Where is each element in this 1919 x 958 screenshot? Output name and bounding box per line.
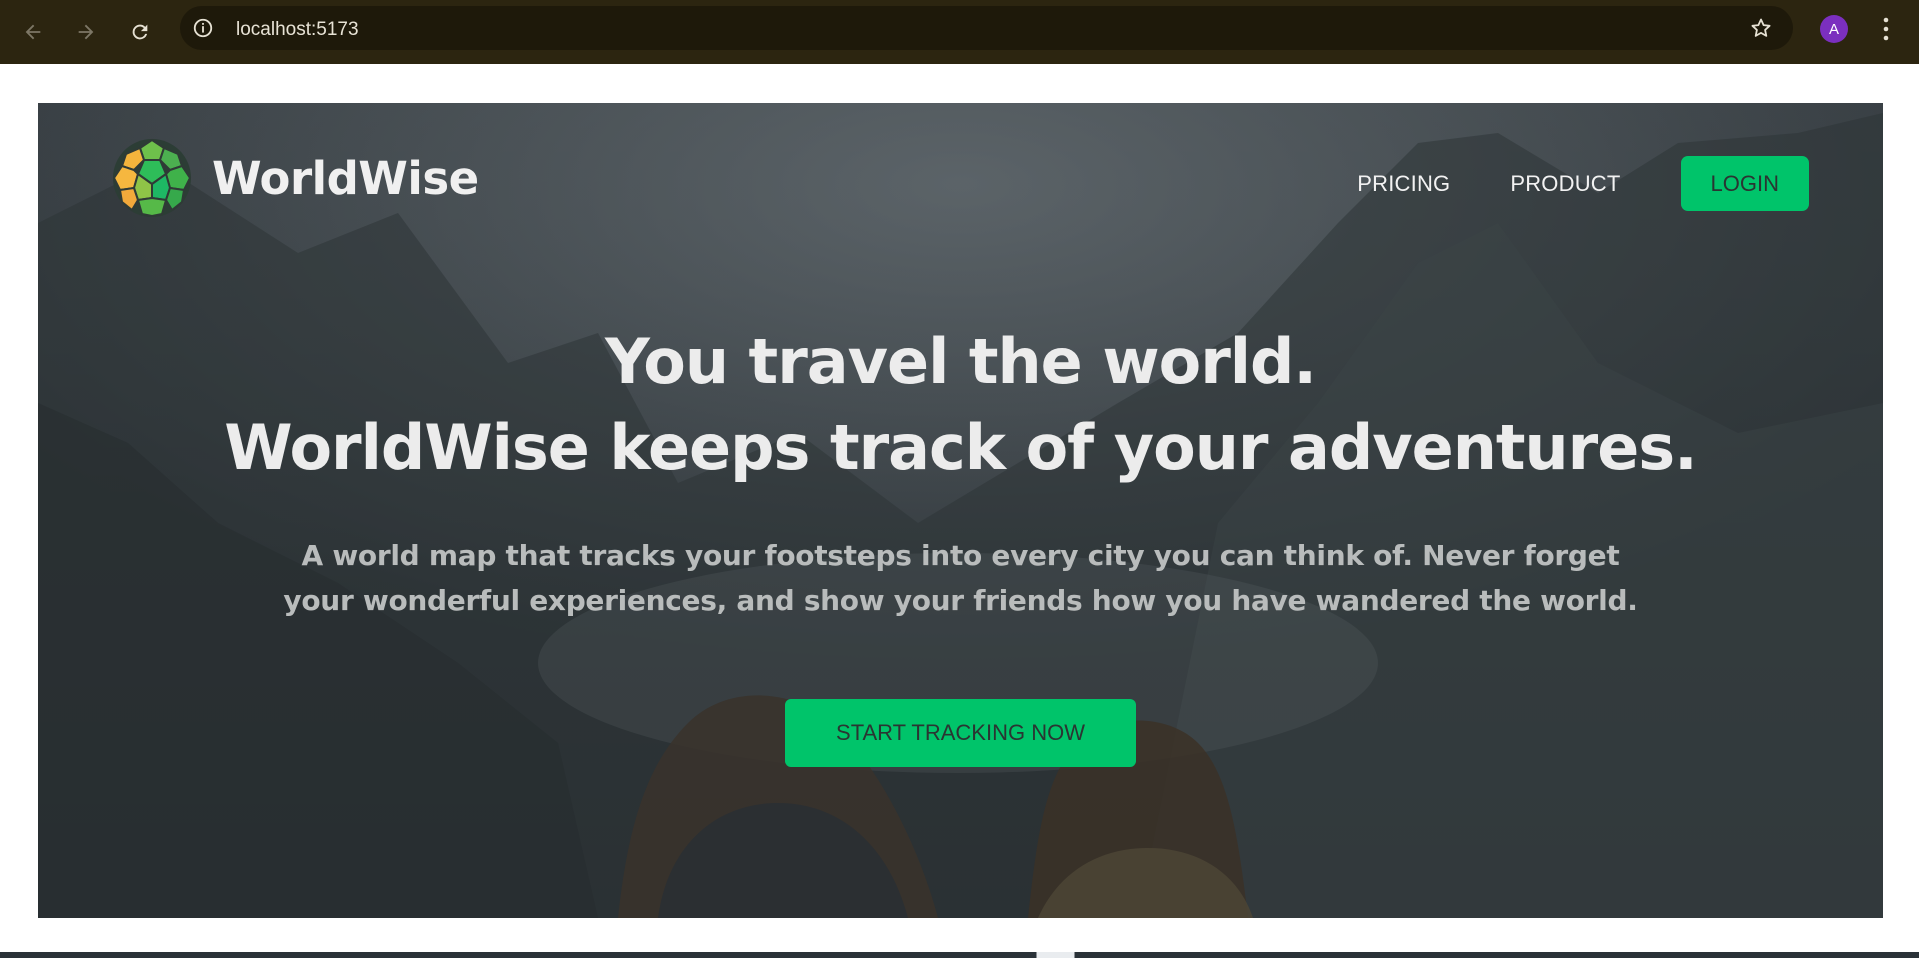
brand-logo-link[interactable]: WorldWise	[112, 138, 479, 218]
hero-headline-line2: WorldWise keeps track of your adventures…	[224, 411, 1697, 484]
hero-background-image	[38, 103, 1883, 918]
hero-headline-line1: You travel the world.	[605, 325, 1317, 398]
browser-toolbar: localhost:5173 A	[0, 0, 1919, 64]
brand-name: WorldWise	[212, 151, 479, 205]
reload-button[interactable]	[122, 14, 158, 50]
main-nav: PRICING PRODUCT LOGIN	[1297, 156, 1809, 211]
star-icon[interactable]	[1749, 16, 1773, 40]
url-text[interactable]: localhost:5173	[236, 19, 359, 41]
back-button[interactable]	[15, 14, 51, 50]
hero-subtitle: A world map that tracks your footsteps i…	[283, 539, 1638, 617]
arrow-left-icon	[25, 24, 41, 40]
login-button[interactable]: LOGIN	[1680, 156, 1809, 211]
start-tracking-button[interactable]: START TRACKING NOW	[785, 699, 1136, 767]
info-icon[interactable]	[192, 17, 214, 39]
nav-link-pricing[interactable]: PRICING	[1357, 171, 1450, 197]
hero-section: WorldWise PRICING PRODUCT LOGIN You trav…	[38, 103, 1883, 918]
worldwise-logo-icon	[112, 138, 192, 218]
address-bar[interactable]: localhost:5173	[180, 6, 1793, 50]
nav-link-product[interactable]: PRODUCT	[1510, 171, 1620, 197]
next-section-edge	[0, 952, 1919, 958]
profile-avatar[interactable]: A	[1820, 15, 1848, 43]
reload-icon	[132, 24, 148, 40]
forward-button[interactable]	[68, 14, 104, 50]
arrow-right-icon	[78, 24, 94, 40]
kebab-menu-icon[interactable]	[1874, 14, 1898, 44]
